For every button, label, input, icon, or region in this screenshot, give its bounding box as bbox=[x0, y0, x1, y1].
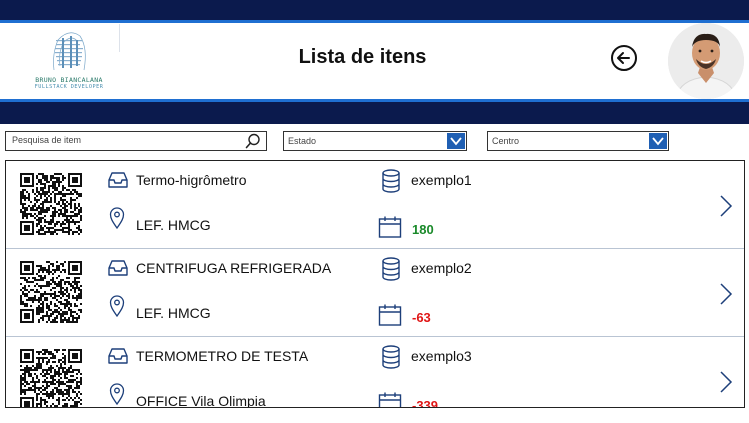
qr-code-icon bbox=[20, 261, 82, 323]
location-pin-icon bbox=[109, 207, 125, 229]
item-location: OFFICE Vila Olimpia bbox=[136, 393, 266, 408]
brand-logo-icon bbox=[53, 32, 86, 71]
item-name: Termo-higrômetro bbox=[136, 172, 247, 188]
calendar-icon bbox=[378, 392, 402, 407]
item-name: TERMOMETRO DE TESTA bbox=[136, 348, 309, 364]
item-location: LEF. HMCG bbox=[136, 305, 211, 321]
items-list: Termo-higrômetro LEF. HMCG exemplo1 180 … bbox=[5, 160, 745, 408]
list-item[interactable]: TERMOMETRO DE TESTA OFFICE Vila Olimpia … bbox=[6, 337, 744, 408]
item-days: 180 bbox=[412, 222, 434, 237]
search-placeholder: Pesquisa de item bbox=[12, 135, 82, 145]
estado-dropdown[interactable]: Estado bbox=[283, 131, 467, 151]
arrow-left-icon bbox=[617, 52, 630, 64]
tray-icon bbox=[108, 348, 128, 364]
item-db: exemplo2 bbox=[411, 260, 472, 276]
brand-logo: BRUNO BIANCALANA FULLSTACK DEVELOPER bbox=[14, 26, 124, 96]
database-icon bbox=[382, 257, 400, 281]
sub-header-bar bbox=[0, 102, 749, 124]
location-pin-icon bbox=[109, 383, 125, 405]
calendar-icon bbox=[378, 304, 402, 326]
chevron-right-icon[interactable] bbox=[718, 282, 734, 306]
qr-code-icon bbox=[20, 349, 82, 407]
centro-dropdown[interactable]: Centro bbox=[487, 131, 669, 151]
centro-value: Centro bbox=[492, 136, 520, 146]
back-button[interactable] bbox=[611, 45, 637, 71]
page-title: Lista de itens bbox=[298, 46, 427, 68]
qr-code-icon bbox=[20, 173, 82, 235]
avatar[interactable] bbox=[668, 23, 744, 99]
search-input[interactable]: Pesquisa de item bbox=[5, 131, 267, 151]
database-icon bbox=[382, 345, 400, 369]
list-item[interactable]: Termo-higrômetro LEF. HMCG exemplo1 180 bbox=[6, 161, 744, 249]
item-db: exemplo3 bbox=[411, 348, 472, 364]
estado-value: Estado bbox=[288, 136, 317, 146]
item-days: -339 bbox=[412, 398, 439, 408]
chevron-down-icon[interactable] bbox=[447, 133, 465, 149]
item-db: exemplo1 bbox=[411, 172, 472, 188]
chevron-right-icon[interactable] bbox=[718, 370, 734, 394]
logo-tagline: FULLSTACK DEVELOPER bbox=[34, 84, 104, 90]
calendar-icon bbox=[378, 216, 402, 238]
tray-icon bbox=[108, 172, 128, 188]
logo-name: BRUNO BIANCALANA bbox=[35, 76, 103, 84]
header-divider bbox=[119, 24, 120, 52]
tray-icon bbox=[108, 260, 128, 276]
chevron-right-icon[interactable] bbox=[718, 194, 734, 218]
top-bar bbox=[0, 0, 749, 20]
search-icon[interactable] bbox=[244, 132, 262, 150]
user-photo-icon bbox=[668, 23, 744, 99]
list-item[interactable]: CENTRIFUGA REFRIGERADA LEF. HMCG exemplo… bbox=[6, 249, 744, 337]
item-location: LEF. HMCG bbox=[136, 217, 211, 233]
chevron-down-icon[interactable] bbox=[649, 133, 667, 149]
item-name: CENTRIFUGA REFRIGERADA bbox=[136, 260, 332, 276]
item-days: -63 bbox=[412, 310, 431, 325]
location-pin-icon bbox=[109, 295, 125, 317]
database-icon bbox=[382, 169, 400, 193]
